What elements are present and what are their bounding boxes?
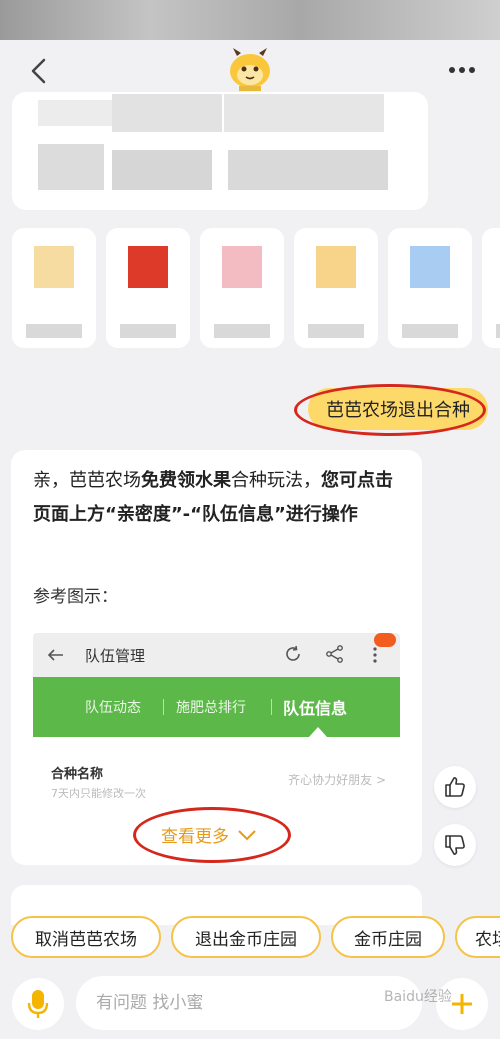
chevron-left-icon: [31, 58, 46, 84]
service-card[interactable]: [482, 228, 500, 348]
preview-tab: 队伍动态: [85, 700, 141, 716]
service-card[interactable]: [388, 228, 472, 348]
chat-header: [0, 40, 500, 100]
preview-tab-active: 队伍信息: [283, 699, 348, 718]
dislike-button[interactable]: [434, 824, 476, 866]
team-name-label: 合种名称: [51, 767, 104, 782]
service-card[interactable]: [12, 228, 96, 348]
back-button[interactable]: [22, 54, 56, 88]
preview-title: 队伍管理: [85, 647, 146, 665]
service-card[interactable]: [200, 228, 284, 348]
notification-badge: [374, 633, 396, 647]
thumbs-up-icon: [445, 777, 465, 797]
status-bar: [0, 0, 500, 40]
refresh-icon: [286, 645, 300, 661]
reference-image-preview[interactable]: 队伍管理 队伍动态 施肥总排行 队伍信息 合种名称 7天内只能修改一次 齐心协力…: [33, 633, 400, 798]
suggestion-chips: 取消芭芭农场 退出金币庄园 金币庄园 农场: [0, 916, 500, 960]
vertical-more-icon: [373, 647, 377, 663]
share-icon: [326, 645, 343, 663]
team-name-value: 齐心协力好朋友 >: [288, 773, 386, 787]
bee-mascot-icon: [225, 46, 275, 92]
reference-label: 参考图示：: [33, 587, 118, 607]
service-card[interactable]: [106, 228, 190, 348]
team-name-hint: 7天内只能修改一次: [51, 787, 146, 798]
microphone-icon: [27, 990, 49, 1018]
arrow-left-icon: [47, 649, 63, 661]
watermark: Baidu经验: [384, 989, 452, 1005]
message-input-box[interactable]: [76, 976, 422, 1030]
suggestion-chip[interactable]: 金币庄园: [331, 916, 445, 958]
see-more-button[interactable]: 查看更多: [161, 822, 257, 847]
suggestion-chip[interactable]: 退出金币庄园: [171, 916, 321, 958]
chevron-down-icon: [238, 829, 256, 840]
service-card[interactable]: [294, 228, 378, 348]
service-cards-row: [0, 228, 500, 348]
user-message-bubble: 芭芭农场退出合种: [308, 388, 488, 430]
preview-top-bar: 队伍管理: [33, 633, 400, 677]
message-input[interactable]: [96, 976, 396, 1030]
bot-reply-text: 亲，芭芭农场免费领水果合种玩法，您可点击页面上方“亲密度”-“队伍信息”进行操作: [33, 470, 393, 525]
preview-tab: 施肥总排行: [176, 700, 246, 716]
plus-icon: [452, 994, 472, 1014]
blurred-info-card: [12, 92, 428, 210]
preview-team-row: 合种名称 7天内只能修改一次 齐心协力好朋友 >: [37, 737, 396, 798]
like-button[interactable]: [434, 766, 476, 808]
more-dots-icon: [449, 67, 455, 73]
bot-reply-card: 亲，芭芭农场免费领水果合种玩法，您可点击页面上方“亲密度”-“队伍信息”进行操作…: [11, 450, 422, 865]
suggestion-chip[interactable]: 农场: [455, 916, 500, 958]
thumbs-down-icon: [445, 835, 465, 855]
suggestion-chip[interactable]: 取消芭芭农场: [11, 916, 161, 958]
preview-tab-bar: 队伍动态 施肥总排行 队伍信息: [33, 677, 400, 737]
more-options-button[interactable]: [442, 58, 482, 82]
voice-input-button[interactable]: [12, 978, 64, 1030]
